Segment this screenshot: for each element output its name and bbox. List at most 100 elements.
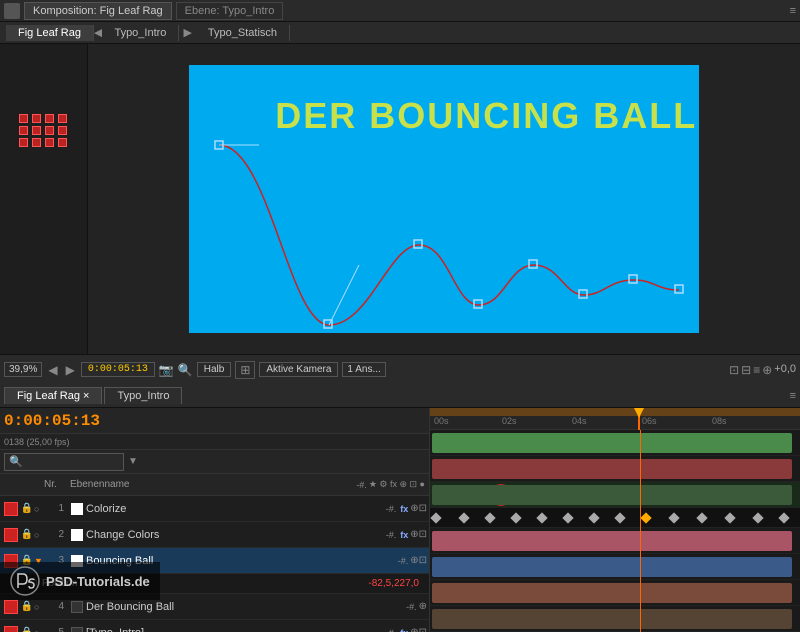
quality-dropdown[interactable]: Halb	[197, 362, 232, 377]
layer-1-star: -#.	[386, 504, 397, 514]
grid-sq-1	[19, 114, 28, 123]
comp-tab-active[interactable]: Komposition: Fig Leaf Rag	[24, 2, 172, 20]
right-tools: ⊡ ⊟ ≡ ⊕ +0,0	[729, 363, 796, 377]
camera-dropdown[interactable]: Aktive Kamera	[259, 362, 338, 377]
kf-diamond-13	[778, 512, 789, 523]
layer-4-solo[interactable]: ○	[34, 602, 46, 612]
grid-icon[interactable]: ⊞	[235, 361, 255, 379]
layer-4-lock[interactable]: 🔒	[20, 601, 34, 612]
layer-5-fx: fx	[400, 628, 408, 632]
zoom-dropdown[interactable]: 39,9%	[4, 362, 42, 377]
ruler-mark-2s: 02s	[502, 416, 517, 426]
ruler-mark-6s: 06s	[642, 416, 657, 426]
grid-sq-2	[32, 114, 41, 123]
layer-5-star: -#.	[386, 628, 397, 632]
layer-2-nr: 2	[46, 529, 64, 540]
layer-5-color-icon	[4, 626, 18, 632]
tool-icon-1[interactable]: ⊡	[729, 363, 739, 377]
tl-options-btn[interactable]: ≡	[790, 390, 796, 402]
red-squares-grid	[19, 114, 68, 147]
comp-tab-typostatisch[interactable]: Typo_Statisch	[196, 25, 290, 41]
position-prop-value: -82,5,227,0	[368, 578, 419, 589]
magnifier-icon[interactable]: 🔍	[178, 363, 193, 377]
view-dropdown[interactable]: 1 Ans...	[342, 362, 385, 377]
options-menu[interactable]: ≡	[790, 5, 796, 17]
kf-diamond-10	[696, 512, 707, 523]
layer-1-fx: fx	[400, 504, 408, 514]
layer-5-name: [Typo_Intro]	[86, 627, 384, 632]
track-7	[430, 606, 800, 632]
tool-icon-3[interactable]: ≡	[753, 363, 760, 377]
ruler-mark-0s: 00s	[434, 416, 449, 426]
layer-5-lock[interactable]: 🔒	[20, 627, 34, 632]
canvas-inner: DER BOUNCING BALL	[189, 65, 699, 333]
layer-4-nr: 4	[46, 601, 64, 612]
fps-row: 0138 (25,00 fps)	[0, 434, 429, 450]
layer-4-color-icon	[4, 600, 18, 614]
psd-logo	[10, 566, 40, 596]
layer-1-white-box	[71, 503, 83, 515]
layer-2-changecolors[interactable]: 🔒 ○ 2 Change Colors -#. fx ⊕⊡	[0, 522, 429, 548]
layer-4-more: ⊕	[419, 601, 427, 612]
track-bar-5	[432, 557, 792, 577]
ruler-mark-8s: 08s	[712, 416, 727, 426]
kf-diamond-7	[588, 512, 599, 523]
grid-sq-3	[45, 114, 54, 123]
coord-display: +0,0	[774, 363, 796, 377]
track-bar-2	[432, 459, 792, 479]
layer-4-star: -#.	[406, 602, 417, 612]
tl-tab-figleafrag[interactable]: Fig Leaf Rag ×	[4, 387, 102, 404]
layer-2-fx: fx	[400, 530, 408, 540]
timeline-tabs: Fig Leaf Rag × Typo_Intro ≡	[0, 384, 800, 408]
tl-tab-typointro[interactable]: Typo_Intro	[104, 387, 182, 404]
kf-diamond-12	[752, 512, 763, 523]
comp-tab-typointro[interactable]: Typo_Intro	[102, 25, 179, 41]
layer-2-solo[interactable]: ○	[34, 530, 46, 540]
layer-1-lock[interactable]: 🔒	[20, 503, 34, 514]
col-mode-icon: ★ ⚙ fx ⊕ ⊡ ●	[369, 479, 425, 490]
track-6	[430, 580, 800, 606]
tool-icon-4[interactable]: ⊕	[762, 363, 772, 377]
motion-path	[219, 145, 679, 325]
kf-diamond-11	[724, 512, 735, 523]
track-2	[430, 456, 800, 482]
watermark: PSD-Tutorials.de	[0, 562, 160, 600]
tl-tracks: B	[430, 430, 800, 632]
kf-diamond-8	[614, 512, 625, 523]
layer-tab[interactable]: Ebene: Typo_Intro	[176, 2, 284, 20]
col-switch-icon: -#.	[356, 480, 367, 490]
kf-diamond-current	[640, 512, 651, 523]
arrow-right-icon[interactable]: ▶	[66, 363, 75, 377]
preview-area: DER BOUNCING BALL	[0, 44, 800, 354]
layer-5-solo[interactable]: ○	[34, 628, 46, 632]
arrow-left-icon[interactable]: ◀	[48, 363, 57, 377]
comp-tab-figleafrag[interactable]: Fig Leaf Rag	[6, 25, 94, 41]
layer-search-input[interactable]	[4, 453, 124, 471]
keyframe-sq-7	[629, 275, 637, 283]
grid-sq-5	[19, 126, 28, 135]
controls-bar: 39,9% ◀ ▶ 0:00:05:13 📷 🔍 Halb ⊞ Aktive K…	[0, 354, 800, 384]
top-bar: Komposition: Fig Leaf Rag Ebene: Typo_In…	[0, 0, 800, 22]
camera-icon[interactable]: 📷	[159, 363, 174, 377]
grid-sq-11	[45, 138, 54, 147]
track-bar-6	[432, 583, 792, 603]
timecode-display[interactable]: 0:00:05:13	[81, 362, 155, 377]
layer-4-text-icon	[71, 601, 83, 613]
ruler-orange-bar	[430, 408, 800, 416]
tool-icon-2[interactable]: ⊟	[741, 363, 751, 377]
layer-5-typointro[interactable]: 🔒 ○ 5 [Typo_Intro] -#. fx ⊕⊡	[0, 620, 429, 632]
layer-2-lock[interactable]: 🔒	[20, 529, 34, 540]
search-dropdown-arrow[interactable]: ▼	[128, 456, 138, 467]
layer-3-more: ⊕⊡	[410, 555, 427, 566]
diamond-row	[430, 508, 800, 528]
track-bar-4	[432, 531, 792, 551]
track-1	[430, 430, 800, 456]
tl-right-panel: 00s 02s 04s 06s 08s	[430, 408, 800, 632]
layer-1-colorize[interactable]: 🔒 ○ 1 Colorize -#. fx ⊕⊡	[0, 496, 429, 522]
layer-1-solo[interactable]: ○	[34, 504, 46, 514]
tab-sep-2: ▶	[179, 26, 195, 39]
app-icon	[4, 3, 20, 19]
tangent-2	[329, 265, 359, 325]
track-5	[430, 554, 800, 580]
grid-sq-8	[58, 126, 67, 135]
